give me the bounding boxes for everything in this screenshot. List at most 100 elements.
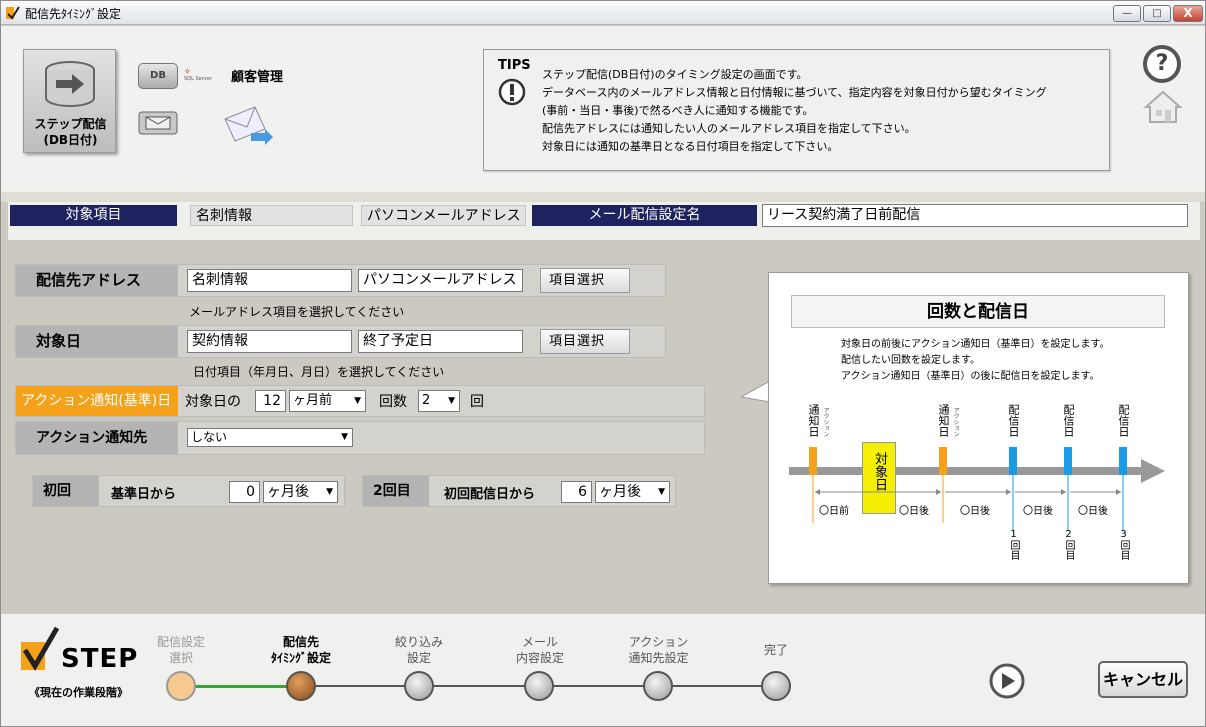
home-icon[interactable]: [1143, 89, 1183, 125]
count-label: 回数: [379, 394, 407, 410]
help-icon: ?: [1155, 51, 1169, 76]
target-item-label: 対象項目: [10, 205, 177, 226]
timing-panel: 回数と配信日 対象日の前後にアクション通知日（基準日）を設定します。 配信したい…: [768, 272, 1189, 584]
notify-marker-1: [809, 447, 817, 475]
target-table-value: 名刺情報: [190, 205, 353, 226]
step-5-name: アクション 通知先設定: [611, 634, 706, 666]
first-value-input[interactable]: 0: [229, 481, 260, 503]
exclamation-icon: [498, 78, 526, 106]
delivery-marker-2: [1064, 447, 1072, 475]
second-unit-select[interactable]: ヶ月後 ▼: [595, 481, 670, 503]
db-icon-label: DB: [150, 70, 166, 81]
step-2-line1: 配信先: [282, 635, 319, 649]
after-label-3: 〇日後: [1023, 506, 1053, 517]
step-3-line1: 絞り込み: [394, 635, 443, 649]
delivery-marker-3: [1119, 447, 1127, 475]
step-6-name: 完了: [763, 643, 788, 657]
tips-line-1: ステップ配信(DB日付)のタイミング設定の画面です。: [542, 68, 808, 81]
address-item-select-button[interactable]: 項目選択: [540, 268, 630, 293]
action-label-2: アクション: [952, 407, 959, 437]
action-prefix: 対象日の: [185, 394, 241, 410]
tips-body: ステップ配信(DB日付)のタイミング設定の画面です。 データベース内のメールアド…: [542, 66, 1102, 156]
sqlserver-mark: ✧: [184, 67, 191, 76]
step-5-line2: 通知先設定: [628, 651, 689, 665]
chevron-down-icon: ▼: [341, 432, 348, 442]
step-1-line2: 選択: [168, 651, 193, 665]
action-date-label: アクション通知(基準)日: [16, 386, 178, 416]
step-3-line2: 設定: [406, 651, 431, 665]
mail-setting-name-label: メール配信設定名: [532, 205, 757, 226]
count-unit: 回: [470, 394, 484, 410]
step-4-name: メール 内容設定: [495, 634, 585, 666]
restore-button[interactable]: □: [1143, 5, 1171, 22]
customer-management-label: 顧客管理: [231, 70, 284, 85]
chevron-down-icon: ▼: [326, 487, 333, 497]
db-icon[interactable]: DB: [138, 63, 178, 89]
separator: [1, 192, 1205, 202]
notify-day-label-1: 通知日: [807, 404, 820, 437]
tips-box: TIPS ステップ配信(DB日付)のタイミング設定の画面です。 データベース内の…: [483, 49, 1110, 171]
after-label-1: 〇日後: [899, 506, 929, 517]
step-4-circle: [524, 671, 554, 701]
send-mail-icon[interactable]: [221, 103, 273, 147]
next-play-icon[interactable]: [988, 662, 1026, 700]
address-table-input[interactable]: 名刺情報: [187, 269, 352, 292]
tips-line-3: (事前・当日・事後)で然るべき人に通知する機能です。: [542, 104, 814, 117]
step-logo: STEP: [61, 644, 139, 674]
round-label-2: 2回目: [1063, 529, 1074, 560]
cancel-button[interactable]: キャンセル: [1098, 661, 1188, 698]
target-field-value: パソコンメールアドレス: [361, 205, 526, 226]
step-footer: STEP 《現在の作業段階》 配信設定 選択 配信先 ﾀｲﾐﾝｸﾞ設定 絞り込み 設定…: [1, 614, 1205, 726]
before-label: 〇日前: [819, 506, 849, 517]
step-delivery-button[interactable]: ステップ配信 (DB日付): [23, 49, 116, 153]
target-date-field-input[interactable]: 終了予定日: [358, 330, 523, 353]
step-1-line1: 配信設定: [156, 635, 205, 649]
action-notify-select[interactable]: しない ▼: [187, 428, 353, 447]
count-value: 2: [422, 393, 431, 408]
panel-line-3: アクション通知日（基準日）の後に配信日を設定します。: [841, 371, 1100, 382]
target-row: 対象項目 名刺情報 パソコンメールアドレス メール配信設定名 リース契約満了日前…: [8, 202, 1200, 240]
step-2-name: 配信先 ﾀｲﾐﾝｸﾞ設定: [256, 634, 346, 666]
target-date-item-select-button[interactable]: 項目選択: [540, 329, 630, 354]
panel-title: 回数と配信日: [791, 295, 1165, 328]
action-value-input[interactable]: 12: [255, 390, 286, 412]
target-date-table-input[interactable]: 契約情報: [187, 330, 352, 353]
step-6-circle: [761, 671, 791, 701]
title-bar: 配信先ﾀｲﾐﾝｸﾞ設定 — □ X: [1, 1, 1205, 25]
help-button[interactable]: ?: [1143, 45, 1181, 83]
notify-marker-2: [939, 447, 947, 475]
second-value-input[interactable]: 6: [561, 481, 592, 503]
tips-line-5: 対象日には通知の基準日となる日付項目を指定して下さい。: [542, 140, 839, 153]
step-3-name: 絞り込み 設定: [379, 634, 459, 666]
step-check-icon: [21, 626, 59, 671]
step-delivery-label-2: (DB日付): [43, 133, 98, 147]
window-title: 配信先ﾀｲﾐﾝｸﾞ設定: [25, 7, 122, 21]
panel-text: 対象日の前後にアクション通知日（基準日）を設定します。 配信したい回数を設定しま…: [841, 337, 1110, 385]
sqlserver-label: SQL Server: [184, 76, 212, 82]
mail-setting-name-input[interactable]: リース契約満了日前配信: [762, 204, 1188, 227]
close-button[interactable]: X: [1173, 5, 1203, 22]
action-label-1: アクション: [822, 407, 829, 437]
minimize-button[interactable]: —: [1113, 5, 1141, 22]
step-2-circle: [286, 671, 316, 701]
mail-icon[interactable]: [138, 111, 178, 135]
address-label: 配信先アドレス: [16, 265, 178, 296]
db-arrow-icon: [45, 61, 95, 107]
delivery-day-label-3: 配信日: [1117, 404, 1130, 437]
first-unit-value: ヶ月後: [267, 484, 309, 500]
notify-day-label-2: 通知日: [937, 404, 950, 437]
count-select[interactable]: 2 ▼: [418, 390, 460, 412]
tips-line-2: データベース内のメールアドレス情報と日付情報に基づいて、指定内容を対象日付から望…: [542, 86, 1047, 99]
action-notify-value: しない: [191, 430, 228, 444]
chevron-down-icon: ▼: [448, 396, 455, 406]
address-field-input[interactable]: パソコンメールアドレス: [358, 269, 523, 292]
delivery-day-label-1: 配信日: [1007, 404, 1020, 437]
target-date-label: 対象日: [16, 326, 178, 357]
address-hint: メールアドレス項目を選択してください: [189, 305, 405, 319]
step-1-circle: [166, 671, 196, 701]
delivery-marker-1: [1009, 447, 1017, 475]
tips-title: TIPS: [498, 58, 531, 73]
first-unit-select[interactable]: ヶ月後 ▼: [263, 481, 338, 503]
delivery-day-label-2: 配信日: [1062, 404, 1075, 437]
action-unit-select[interactable]: ヶ月前 ▼: [289, 390, 366, 412]
